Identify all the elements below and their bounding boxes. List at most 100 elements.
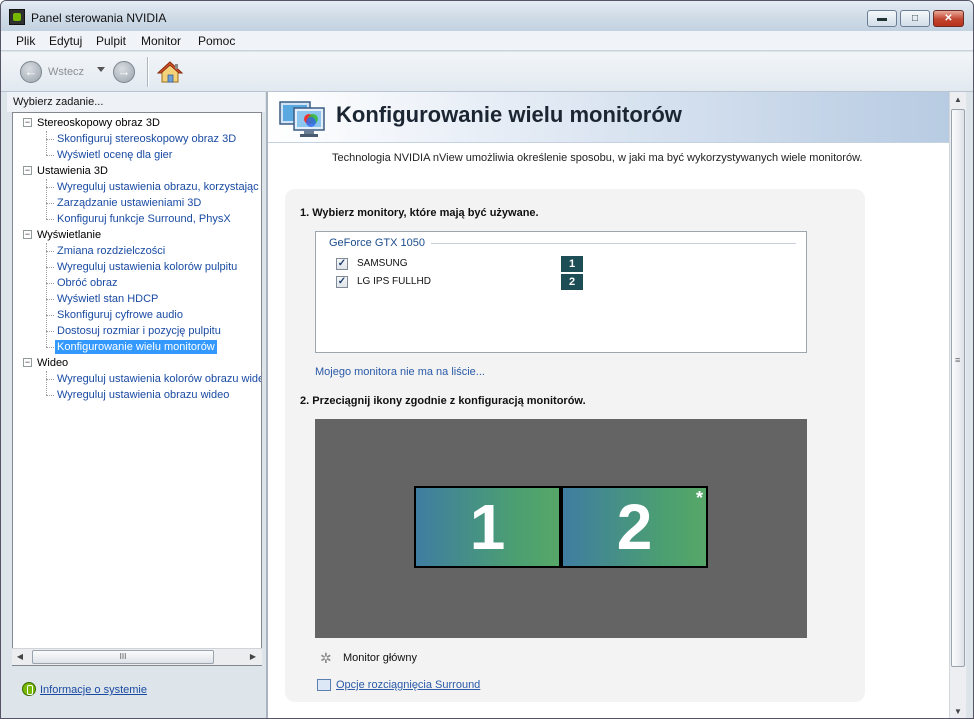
menu-bar: Plik Edytuj Pulpit Monitor Pomoc: [1, 31, 973, 51]
tree-item-label[interactable]: Wyreguluj ustawienia obrazu wideo: [55, 388, 231, 402]
scroll-right-icon[interactable]: ▶: [245, 649, 261, 665]
tree-item-hdcp-status[interactable]: Wyświetl stan HDCP: [13, 291, 261, 307]
nvidia-app-icon: [9, 9, 25, 25]
tree-item-desktop-color[interactable]: Wyreguluj ustawienia kolorów pulpitu: [13, 259, 261, 275]
tree-item-digital-audio[interactable]: Skonfiguruj cyfrowe audio: [13, 307, 261, 323]
history-dropdown-icon[interactable]: [97, 67, 105, 72]
primary-monitor-legend: Monitor główny: [343, 652, 417, 664]
tree-item-label[interactable]: Wyreguluj ustawienia obrazu, korzystając…: [55, 180, 261, 194]
monitor-name: SAMSUNG: [357, 258, 408, 269]
monitor-tile-number: 2: [616, 491, 653, 563]
tree-item-label[interactable]: Skonfiguruj cyfrowe audio: [55, 308, 185, 322]
tree-item-surround-physx[interactable]: Konfiguruj funkcje Surround, PhysX: [13, 211, 261, 227]
tree-item-label[interactable]: Zarządzanie ustawieniami 3D: [55, 196, 203, 210]
monitor-arrangement-area[interactable]: 1 2 *: [315, 419, 807, 638]
tree-item-multiple-displays[interactable]: Konfigurowanie wielu monitorów: [13, 339, 261, 355]
forward-arrow-icon[interactable]: →: [113, 61, 135, 83]
task-tree: − Stereoskopowy obraz 3D Skonfiguruj ste…: [12, 112, 262, 666]
scroll-left-icon[interactable]: ◀: [12, 649, 28, 665]
back-arrow-icon[interactable]: ←: [20, 61, 42, 83]
tree-category-stereo-3d[interactable]: − Stereoskopowy obraz 3D: [13, 115, 261, 131]
window-title: Panel sterowania NVIDIA: [31, 11, 167, 25]
monitor-selection-group: GeForce GTX 1050 ✓ SAMSUNG 1 ✓ LG IPS FU…: [315, 231, 807, 353]
maximize-button[interactable]: □: [900, 10, 930, 27]
primary-monitor-star: *: [695, 488, 703, 508]
configuration-panel: 1. Wybierz monitory, które mają być używ…: [285, 189, 865, 702]
tree-horizontal-scrollbar[interactable]: ◀ III ▶: [12, 648, 262, 665]
page-description: Technologia NVIDIA nView umożliwia okreś…: [332, 152, 863, 164]
surround-icon[interactable]: [317, 679, 331, 691]
scroll-grip-icon: ≡: [955, 355, 961, 365]
scroll-up-icon[interactable]: ▲: [950, 92, 966, 108]
scroll-thumb[interactable]: ≡: [951, 109, 965, 667]
minimize-button[interactable]: ▬: [867, 10, 897, 27]
tree-category-video[interactable]: − Wideo: [13, 355, 261, 371]
monitor-number-badge: 1: [561, 256, 583, 272]
tree-item-label[interactable]: Skonfiguruj stereoskopowy obraz 3D: [55, 132, 238, 146]
menu-monitor[interactable]: Monitor: [141, 34, 181, 48]
tree-item-game-rating[interactable]: Wyświetl ocenę dla gier: [13, 147, 261, 163]
tree-item-label[interactable]: Zmiana rozdzielczości: [55, 244, 167, 258]
page-header: Konfigurowanie wielu monitorów: [268, 92, 949, 143]
tree-item-label[interactable]: Wyświetl ocenę dla gier: [55, 148, 174, 162]
step2-heading: 2. Przeciągnij ikony zgodnie z konfigura…: [300, 395, 586, 407]
step1-heading: 1. Wybierz monitory, które mają być używ…: [300, 207, 539, 219]
monitor-row: ✓ LG IPS FULLHD 2: [336, 274, 796, 290]
task-panel-header: Wybierz zadanie...: [7, 92, 265, 112]
close-button[interactable]: ✕: [933, 10, 964, 27]
tree-item-label[interactable]: Obróć obraz: [55, 276, 120, 290]
toolbar: ← Wstecz →: [1, 52, 973, 92]
app-window: Panel sterowania NVIDIA ▬ □ ✕ Plik Edytu…: [0, 0, 974, 719]
system-info-link[interactable]: Informacje o systemie: [40, 684, 147, 696]
menu-help[interactable]: Pomoc: [198, 34, 235, 48]
tree-category-label: Ustawienia 3D: [37, 165, 108, 177]
tree-item-label[interactable]: Wyświetl stan HDCP: [55, 292, 160, 306]
main-content: Konfigurowanie wielu monitorów Technolog…: [268, 92, 949, 718]
collapse-icon[interactable]: −: [23, 230, 32, 239]
monitor-row: ✓ SAMSUNG 1: [336, 256, 796, 272]
title-bar[interactable]: Panel sterowania NVIDIA ▬ □ ✕: [1, 1, 973, 31]
monitor-tile-2[interactable]: 2 *: [561, 486, 708, 568]
tree-item-label[interactable]: Dostosuj rozmiar i pozycję pulpitu: [55, 324, 223, 338]
main-vertical-scrollbar[interactable]: ▲ ≡ ▼: [949, 92, 966, 718]
menu-edit[interactable]: Edytuj: [49, 34, 82, 48]
tree-category-display[interactable]: − Wyświetlanie: [13, 227, 261, 243]
monitor-checkbox[interactable]: ✓: [336, 258, 348, 270]
system-info-icon[interactable]: [22, 682, 36, 696]
tree-item-rotate-display[interactable]: Obróć obraz: [13, 275, 261, 291]
gpu-name: GeForce GTX 1050: [329, 237, 429, 249]
collapse-icon[interactable]: −: [23, 358, 32, 367]
monitor-tile-1[interactable]: 1: [414, 486, 561, 568]
tree-item-change-resolution[interactable]: Zmiana rozdzielczości: [13, 243, 261, 259]
tree-item-video-image[interactable]: Wyreguluj ustawienia obrazu wideo: [13, 387, 261, 403]
tree-category-3d-settings[interactable]: − Ustawienia 3D: [13, 163, 261, 179]
tree-item-label[interactable]: Konfiguruj funkcje Surround, PhysX: [55, 212, 233, 226]
surround-options-link[interactable]: Opcje rozciągnięcia Surround: [336, 679, 480, 691]
menu-desktop[interactable]: Pulpit: [96, 34, 126, 48]
tree-item-manage-3d[interactable]: Zarządzanie ustawieniami 3D: [13, 195, 261, 211]
monitor-checkbox[interactable]: ✓: [336, 276, 348, 288]
tree-category-label: Wyświetlanie: [37, 229, 102, 241]
monitor-name: LG IPS FULLHD: [357, 276, 431, 287]
collapse-icon[interactable]: −: [23, 166, 32, 175]
tree-item-configure-stereo[interactable]: Skonfiguruj stereoskopowy obraz 3D: [13, 131, 261, 147]
tree-item-label[interactable]: Wyreguluj ustawienia kolorów pulpitu: [55, 260, 239, 274]
tree-item-label-selected[interactable]: Konfigurowanie wielu monitorów: [55, 340, 217, 354]
toolbar-separator: [147, 57, 148, 87]
back-button-label[interactable]: Wstecz: [48, 66, 84, 78]
tree-category-label: Stereoskopowy obraz 3D: [37, 117, 160, 129]
scroll-thumb[interactable]: III: [32, 650, 214, 664]
primary-star-icon: ✲: [320, 650, 332, 666]
monitor-tile-number: 1: [469, 491, 506, 563]
scroll-down-icon[interactable]: ▼: [950, 704, 966, 718]
home-icon[interactable]: [157, 60, 183, 84]
collapse-icon[interactable]: −: [23, 118, 32, 127]
scroll-grip: III: [119, 652, 127, 661]
monitor-not-listed-link[interactable]: Mojego monitora nie ma na liście...: [315, 366, 485, 378]
monitor-number-badge: 2: [561, 274, 583, 290]
menu-file[interactable]: Plik: [16, 34, 35, 48]
tree-item-image-settings[interactable]: Wyreguluj ustawienia obrazu, korzystając…: [13, 179, 261, 195]
tree-item-label[interactable]: Wyreguluj ustawienia kolorów obrazu wide…: [55, 372, 261, 386]
tree-item-desktop-size[interactable]: Dostosuj rozmiar i pozycję pulpitu: [13, 323, 261, 339]
tree-item-video-color[interactable]: Wyreguluj ustawienia kolorów obrazu wide…: [13, 371, 261, 387]
